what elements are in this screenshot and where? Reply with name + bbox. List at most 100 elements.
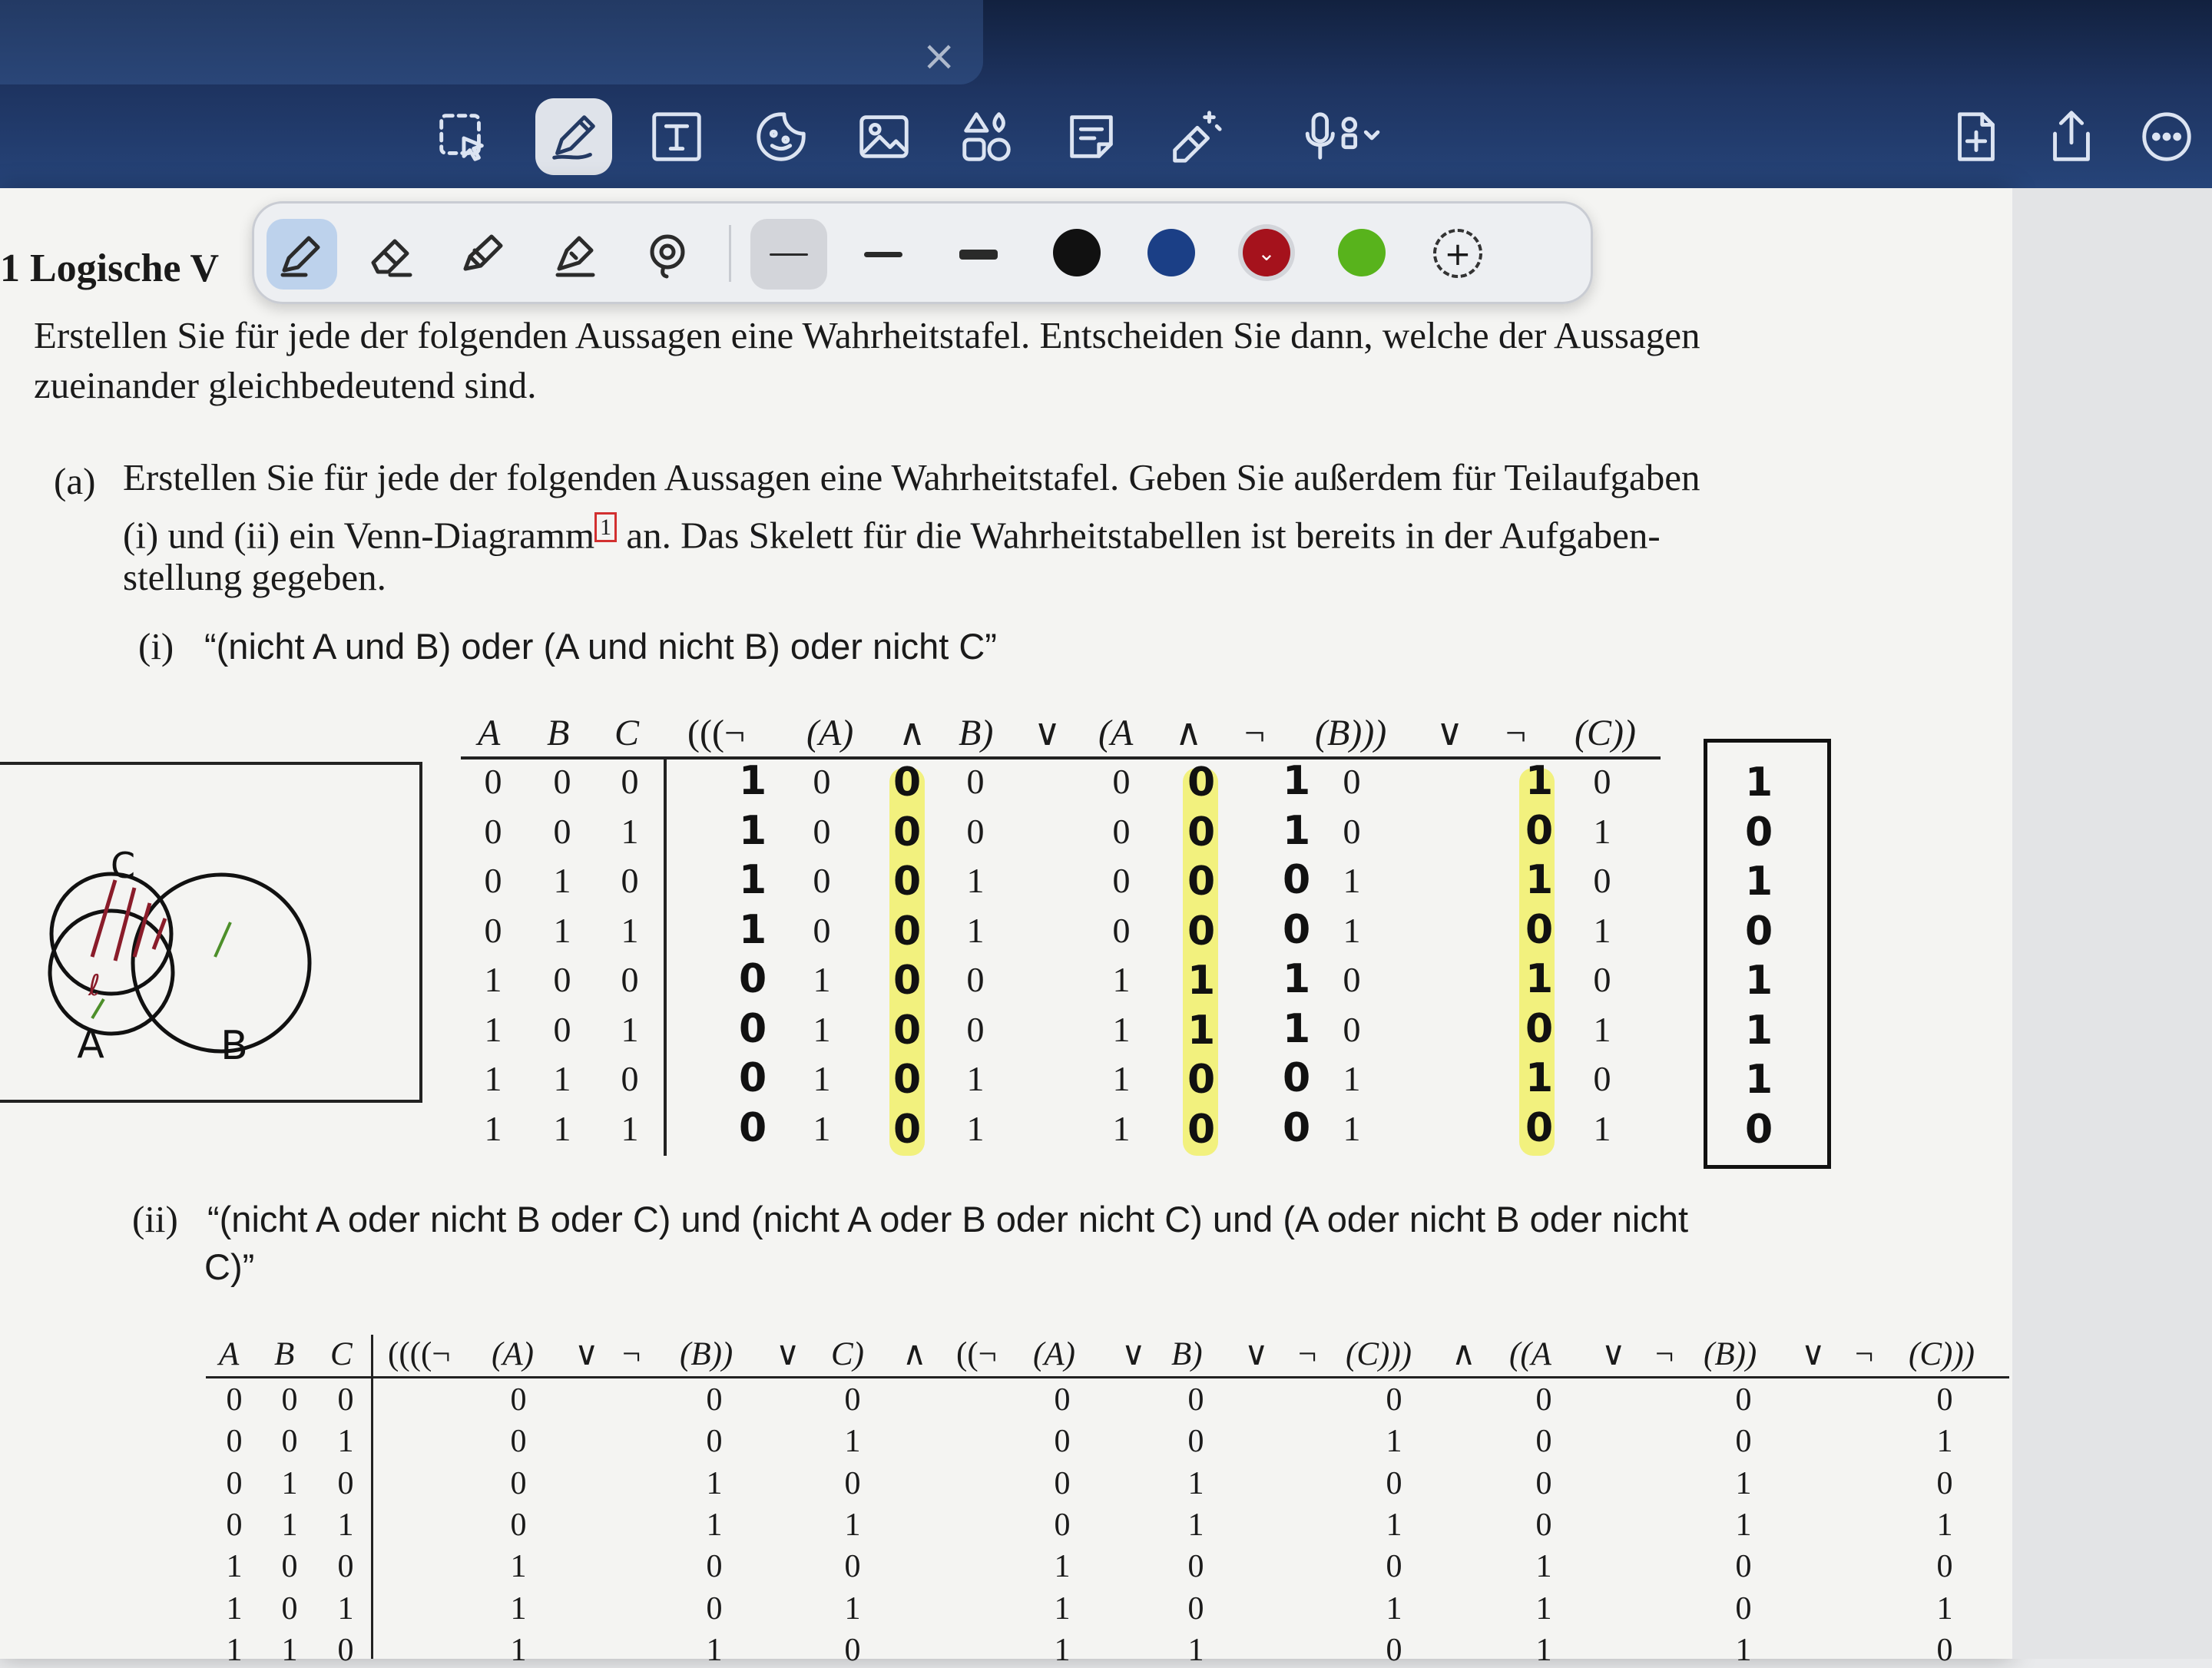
table-ii-cell: 1 — [1936, 1424, 1953, 1460]
stroke-thin-option[interactable] — [750, 219, 827, 290]
lasso-tool-icon[interactable] — [632, 219, 703, 290]
color-swatch-green[interactable] — [1338, 229, 1386, 276]
stroke-medium-option[interactable] — [845, 219, 922, 290]
table-i-column-rule — [664, 756, 667, 1156]
table-ii-cell: 1 — [1735, 1632, 1752, 1668]
table-ii-cell: 0 — [1386, 1549, 1402, 1585]
table-ii-cell: 1 — [226, 1632, 243, 1668]
handwritten-not-b: 0 — [1283, 1055, 1311, 1101]
image-icon[interactable] — [846, 98, 922, 175]
item-ii-label: (ii) — [132, 1198, 178, 1240]
table-i-abc-cell: 1 — [621, 1108, 639, 1148]
color-swatch-black[interactable] — [1053, 229, 1101, 276]
table-i-a2-cell: 0 — [1112, 861, 1131, 900]
audio-record-icon[interactable] — [1290, 98, 1398, 175]
table-i-a-cell: 1 — [813, 1059, 831, 1098]
table-ii-cell: 1 — [1735, 1507, 1752, 1543]
table-i-a2-cell: 1 — [1112, 960, 1131, 999]
table-i-abc-cell: 1 — [484, 1059, 502, 1098]
table-ii-cell: 0 — [706, 1424, 723, 1460]
footnote-link[interactable]: 1 — [594, 512, 618, 542]
handwritten-not-c: 0 — [1525, 1104, 1554, 1151]
handwritten-and-1: 0 — [893, 958, 922, 1004]
table-ii-header-17: (C))) — [1346, 1336, 1412, 1372]
handwritten-result: 0 — [1745, 1106, 1773, 1153]
item-ii-line-2: C)” — [204, 1246, 255, 1287]
table-ii-cell: 0 — [510, 1424, 527, 1460]
table-i-a-cell: 1 — [813, 1108, 831, 1148]
table-ii-header-1: B — [274, 1336, 295, 1372]
text-box-icon[interactable] — [638, 98, 715, 175]
table-i-abc-cell: 0 — [484, 861, 502, 900]
table-ii-cell: 1 — [706, 1632, 723, 1668]
handwritten-not-c: 0 — [1525, 807, 1554, 854]
lasso-select-icon[interactable] — [424, 98, 501, 175]
handwritten-and-1: 0 — [893, 760, 922, 806]
table-ii-header-23: ∨ — [1801, 1336, 1826, 1372]
table-i-header-3: (((¬ — [687, 713, 746, 753]
fountain-pen-icon[interactable] — [540, 219, 611, 290]
table-ii-header-7: (B)) — [680, 1336, 733, 1372]
handwritten-result: 1 — [1745, 1057, 1773, 1103]
more-icon[interactable] — [2128, 98, 2205, 175]
sticky-note-icon[interactable] — [1053, 98, 1130, 175]
handwritten-result: 1 — [1745, 859, 1773, 905]
table-i-c-cell: 0 — [1593, 1059, 1611, 1098]
table-ii-cell: 0 — [226, 1382, 243, 1418]
table-ii-header-19: ((A — [1509, 1336, 1551, 1372]
table-ii-cell: 0 — [1535, 1465, 1552, 1501]
add-color-button[interactable]: + — [1433, 229, 1482, 278]
shapes-icon[interactable] — [949, 98, 1025, 175]
stroke-thick-option[interactable] — [940, 219, 1017, 290]
table-i-header-7: ∨ — [1034, 713, 1061, 753]
color-swatch-red[interactable]: ⌄ — [1243, 229, 1290, 276]
table-i-a-cell: 0 — [813, 861, 831, 900]
table-i-a2-cell: 1 — [1112, 1108, 1131, 1148]
pen-icon[interactable] — [535, 98, 612, 175]
handwritten-not-c: 1 — [1525, 758, 1554, 804]
table-ii-header-3: ((((¬ — [388, 1336, 451, 1372]
table-i-b-cell: 0 — [966, 960, 985, 999]
magic-eraser-icon[interactable] — [1156, 98, 1233, 175]
page-gutter — [2012, 188, 2212, 1659]
table-i-header-0: A — [478, 713, 501, 753]
close-tab-icon[interactable]: × — [922, 35, 956, 77]
handwritten-and-1: 0 — [893, 809, 922, 856]
table-i-a2-cell: 0 — [1112, 762, 1131, 801]
table-ii-cell: 0 — [1535, 1507, 1552, 1543]
table-i-a2-cell: 0 — [1112, 811, 1131, 851]
add-page-icon[interactable] — [1938, 98, 2015, 175]
table-ii-header-16: ¬ — [1298, 1336, 1317, 1372]
table-i-abc-cell: 0 — [621, 762, 639, 801]
handwritten-result: 1 — [1745, 958, 1773, 1004]
chevron-down-icon: ⌄ — [1257, 240, 1276, 266]
color-swatch-blue[interactable] — [1147, 229, 1195, 276]
table-i-header-1: B — [547, 713, 570, 753]
pen-tool-icon[interactable] — [267, 219, 337, 290]
table-ii-cell: 0 — [1735, 1549, 1752, 1585]
eraser-icon[interactable] — [356, 219, 426, 290]
table-ii-column-rule — [371, 1335, 373, 1659]
item-ii-line-1: “(nicht A oder nicht B oder C) und (nich… — [207, 1199, 1689, 1239]
table-ii-cell: 0 — [1735, 1382, 1752, 1418]
table-ii-cell: 1 — [281, 1507, 298, 1543]
share-icon[interactable] — [2033, 98, 2110, 175]
handwritten-not-a: 0 — [739, 1005, 767, 1052]
venn-label-c: C — [111, 845, 135, 886]
handwritten-and-2: 0 — [1187, 908, 1216, 955]
table-i-b-cell: 0 — [966, 811, 985, 851]
highlighter-icon[interactable] — [446, 219, 517, 290]
table-ii-header-15: ∨ — [1244, 1336, 1269, 1372]
table-ii-cell: 1 — [510, 1590, 527, 1627]
table-ii-cell: 0 — [844, 1549, 861, 1585]
table-ii-cell: 0 — [1386, 1632, 1402, 1668]
table-ii-cell: 1 — [226, 1549, 243, 1585]
table-i-header-10: ¬ — [1244, 713, 1266, 753]
table-i-a2-cell: 0 — [1112, 910, 1131, 950]
table-i-abc-cell: 0 — [553, 762, 571, 801]
handwritten-not-b: 1 — [1283, 956, 1311, 1002]
sticker-icon[interactable] — [743, 98, 820, 175]
table-ii-cell: 0 — [281, 1424, 298, 1460]
table-ii-cell: 0 — [1735, 1590, 1752, 1627]
subtask-a-line-2: (i) und (ii) ein Venn-Diagramm 1 an. Das … — [123, 505, 1661, 558]
